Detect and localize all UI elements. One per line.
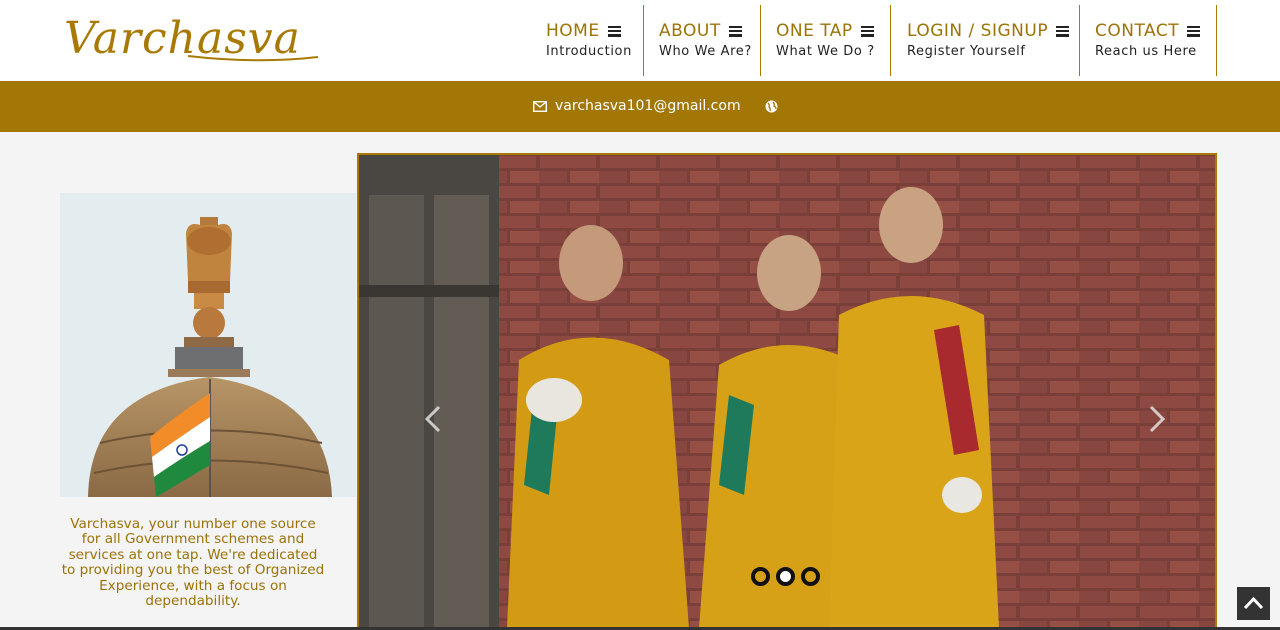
globe-icon[interactable] bbox=[765, 100, 778, 113]
nav-item-login-signup[interactable]: LOGIN / SIGNUP Register Yourself bbox=[907, 5, 1080, 76]
menu-icon bbox=[1187, 25, 1201, 37]
nav-subtitle: Who We Are? bbox=[659, 44, 752, 59]
nav-item-one-tap[interactable]: ONE TAP What We Do ? bbox=[776, 5, 891, 76]
chevron-left-icon[interactable] bbox=[423, 405, 443, 433]
nav-item-home[interactable]: HOME Introduction bbox=[546, 5, 644, 76]
emblem-image bbox=[60, 193, 356, 497]
hero-slider[interactable] bbox=[357, 153, 1217, 630]
slider-indicators bbox=[751, 567, 820, 586]
nav-title: CONTACT bbox=[1095, 21, 1180, 41]
site-header: Varchasva HOME Introduction ABOUT Who We… bbox=[0, 0, 1280, 81]
nav-subtitle: Introduction bbox=[546, 44, 632, 59]
nav-subtitle: What We Do ? bbox=[776, 44, 875, 59]
nav-title: HOME bbox=[546, 21, 600, 41]
nav-subtitle: Reach us Here bbox=[1095, 44, 1197, 59]
arrow-up-icon bbox=[1243, 596, 1264, 610]
menu-icon bbox=[728, 25, 742, 37]
slide-image bbox=[359, 155, 1215, 628]
email-link[interactable]: varchasva101@gmail.com bbox=[555, 98, 741, 114]
nav-title: ONE TAP bbox=[776, 21, 853, 41]
emblem-illustration bbox=[60, 193, 356, 497]
logo-swash bbox=[187, 55, 318, 62]
nav-title: ABOUT bbox=[659, 21, 721, 41]
mail-icon bbox=[533, 100, 547, 112]
site-logo[interactable]: Varchasva bbox=[64, 12, 318, 66]
contact-bar: varchasva101@gmail.com bbox=[0, 81, 1280, 132]
about-blurb: Varchasva, your number one source for al… bbox=[61, 516, 325, 610]
menu-icon bbox=[607, 25, 621, 37]
chevron-right-icon[interactable] bbox=[1147, 405, 1167, 433]
menu-icon bbox=[860, 25, 874, 37]
slider-dot-active[interactable] bbox=[776, 567, 795, 586]
nav-item-about[interactable]: ABOUT Who We Are? bbox=[659, 5, 761, 76]
slider-dot[interactable] bbox=[751, 567, 770, 586]
nav-item-contact[interactable]: CONTACT Reach us Here bbox=[1095, 5, 1217, 76]
back-to-top-button[interactable] bbox=[1237, 587, 1270, 620]
nav-subtitle: Register Yourself bbox=[907, 44, 1026, 59]
slider-dot[interactable] bbox=[801, 567, 820, 586]
nav-title: LOGIN / SIGNUP bbox=[907, 21, 1049, 41]
menu-icon bbox=[1056, 25, 1070, 37]
